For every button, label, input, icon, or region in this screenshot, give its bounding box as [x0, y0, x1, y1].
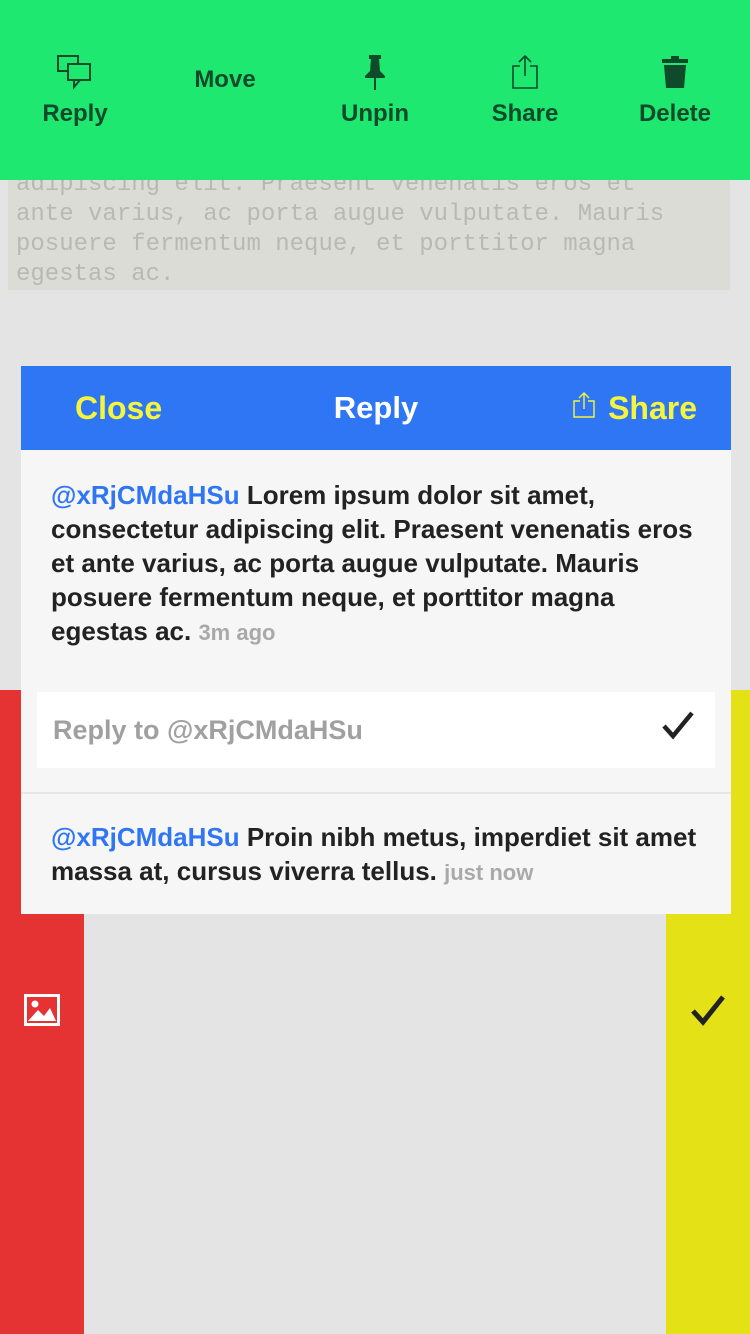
share-icon [572, 390, 596, 427]
delete-action[interactable]: Delete [600, 0, 750, 180]
share-button[interactable]: Share [572, 366, 697, 450]
share-action[interactable]: Share [450, 0, 600, 180]
send-checkmark-icon[interactable] [661, 710, 695, 745]
background-note-text: adipiscing elit. Praesent venenatis eros… [16, 180, 665, 288]
unpin-action-label: Unpin [341, 100, 409, 127]
reply-username[interactable]: @xRjCMdaHSu [51, 822, 240, 852]
trash-icon [655, 52, 695, 92]
reply-input-placeholder: Reply to @xRjCMdaHSu [53, 715, 363, 745]
dialog-header: Close Reply Share [21, 366, 731, 450]
share-button-label: Share [608, 389, 697, 426]
share-icon [505, 52, 545, 92]
reply-bubbles-icon [55, 52, 95, 92]
image-icon [24, 994, 60, 1031]
reply-action-label: Reply [42, 100, 108, 127]
reply-timestamp: just now [444, 860, 534, 885]
move-action[interactable]: Move [150, 0, 300, 180]
reply-action[interactable]: Reply [0, 0, 150, 180]
message-timestamp: 3m ago [198, 620, 276, 645]
pin-icon [355, 52, 395, 92]
reply-message: @xRjCMdaHSu Proin nibh metus, imperdiet … [51, 820, 701, 890]
action-toolbar: Reply Move Unpin Share Delete [0, 0, 750, 180]
delete-action-label: Delete [638, 100, 712, 127]
original-message: @xRjCMdaHSu Lorem ipsum dolor sit amet, … [51, 478, 701, 650]
background-note: adipiscing elit. Praesent venenatis eros… [8, 180, 730, 290]
unpin-action[interactable]: Unpin [300, 0, 450, 180]
divider [21, 792, 731, 794]
close-button[interactable]: Close [75, 366, 162, 450]
share-action-label: Share [491, 100, 559, 127]
move-action-label: Move [194, 66, 256, 93]
reply-input[interactable]: Reply to @xRjCMdaHSu [37, 692, 715, 768]
message-username[interactable]: @xRjCMdaHSu [51, 480, 240, 510]
reply-dialog: Close Reply Share @xRjCMdaHSu Lorem ipsu… [21, 366, 731, 914]
checkmark-icon [690, 994, 726, 1031]
